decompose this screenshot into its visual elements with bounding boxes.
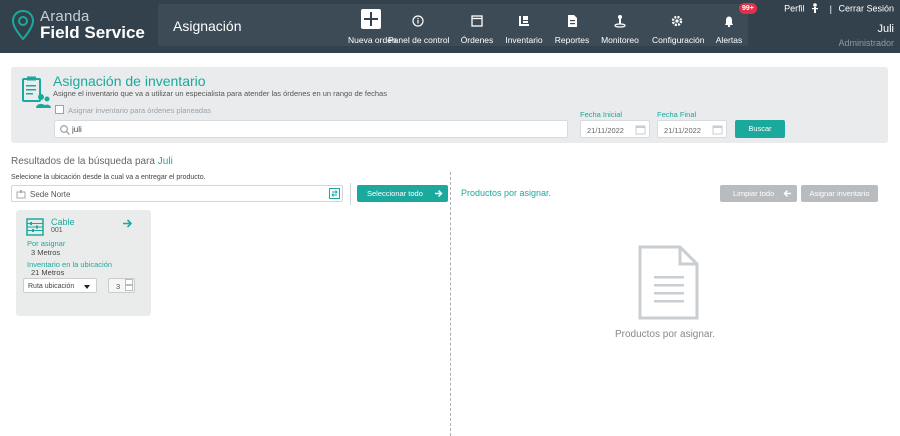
results-title-query: Juli [157,156,173,167]
specialist-search[interactable] [54,120,568,138]
column-divider [450,172,451,436]
specialist-search-input[interactable] [72,123,552,136]
product-card: Cable 001 Por asignar 3 Metros Inventari… [16,210,151,316]
location-instruction: Selecione la ubicación desde la cual va … [11,174,206,181]
window-icon [471,15,483,27]
start-date-label: Fecha Inicial [580,110,623,119]
brand-line2: Field Service [40,23,145,42]
results-title: Resultados de la búsqueda para Juli [11,156,173,167]
nav-control-panel-label: Panel de control [388,35,450,45]
building-icon [16,190,26,199]
planned-orders-checkbox[interactable] [55,105,64,114]
user-name: Juli [877,23,894,36]
search-button[interactable]: Buscar [735,120,785,138]
toolbar-separator [350,183,351,205]
select-all-button[interactable]: Seleccionar todo [357,185,448,202]
abacus-icon [26,218,44,236]
top-bar: Aranda Field Service Asignación Nueva or… [0,0,900,53]
nav-monitoring-label: Monitoreo [601,35,639,45]
to-assign-value: 3 Metros [31,248,61,257]
person-pin-icon [614,15,626,28]
start-date-field[interactable]: 21/11/2022 [580,120,650,138]
product-code: 001 [51,227,63,234]
person-icon[interactable] [811,3,819,14]
results-title-prefix: Resultados de la búsqueda para [11,156,155,167]
nav-reports-label: Reportes [554,35,590,45]
report-icon [568,15,577,27]
route-location-select[interactable]: Ruta ubicación [23,278,97,293]
nav-alerts[interactable]: 99+ Alertas [714,3,757,49]
logout-link[interactable]: Cerrar Sesión [838,4,894,14]
add-arrow-icon[interactable] [122,218,133,229]
alerts-badge: 99+ [739,3,757,14]
products-title: Productos por asignar. [461,188,552,198]
empty-state-text: Productos por asignar. [614,329,716,340]
user-role: Administrador [838,38,894,49]
clear-all-label: Limpiar todo [733,189,775,198]
quantity-stepper[interactable]: 3 [108,278,135,293]
chevron-down-icon [84,285,90,289]
to-assign-label: Por asignar [27,239,66,248]
select-all-label: Seleccionar todo [367,189,423,198]
gear-icon [671,15,683,27]
nav-inventory[interactable]: Inventario [503,9,545,49]
nav-inventory-label: Inventario [505,35,543,45]
start-date-value: 21/11/2022 [587,126,624,135]
location-pin-logo-icon [12,10,34,40]
swap-icon[interactable] [329,188,340,199]
stock-value: 21 Metros [31,268,65,277]
calendar-icon[interactable] [635,124,646,135]
product-name: Cable [51,217,75,227]
nav-orders[interactable]: Órdenes [460,9,494,49]
inventory-icon [519,16,529,26]
nav-reports[interactable]: Reportes [554,9,590,49]
nav-orders-label: Órdenes [460,35,494,45]
stepper-down-icon[interactable] [125,285,133,291]
panel-subtitle: Asigne el inventario que va a utilizar u… [53,89,387,98]
nav-settings-label: Configuración [652,35,705,45]
info-icon [412,15,424,27]
clipboard-users-icon [22,76,51,108]
bell-icon [725,16,733,28]
end-date-field[interactable]: 21/11/2022 [657,120,727,138]
panel-title: Asignación de inventario [53,73,206,89]
arrow-left-icon [783,190,791,197]
location-value: Sede Norte [30,190,71,199]
document-icon [638,245,699,320]
brand-logo[interactable]: Aranda Field Service [12,8,152,48]
page-title: Asignación [173,18,242,34]
arrow-right-icon [435,190,443,197]
nav-control-panel[interactable]: Panel de control [388,9,450,49]
route-location-value: Ruta ubicación [28,283,75,290]
plus-icon [361,9,381,29]
top-separator: | [829,3,832,14]
assignment-filter-panel: Asignación de inventario Asigne el inven… [11,67,888,143]
profile-link[interactable]: Perfil [784,4,805,14]
nav-alerts-label: Alertas [715,35,743,45]
calendar-icon[interactable] [712,124,723,135]
search-icon [60,125,70,135]
nav-monitoring[interactable]: Monitoreo [600,9,640,49]
clear-all-button[interactable]: Limpiar todo [720,185,797,202]
planned-orders-label: Asignar inventario para órdenes planeada… [68,106,212,115]
user-area: Perfil | Cerrar Sesión Juli Administrado… [784,3,894,48]
nav-settings[interactable]: Configuración [652,9,705,49]
location-select[interactable]: Sede Norte [11,185,343,202]
end-date-value: 21/11/2022 [664,126,701,135]
end-date-label: Fecha Final [657,110,697,119]
quantity-value: 3 [116,282,121,291]
assign-inventory-button[interactable]: Asignar inventario [801,185,878,202]
